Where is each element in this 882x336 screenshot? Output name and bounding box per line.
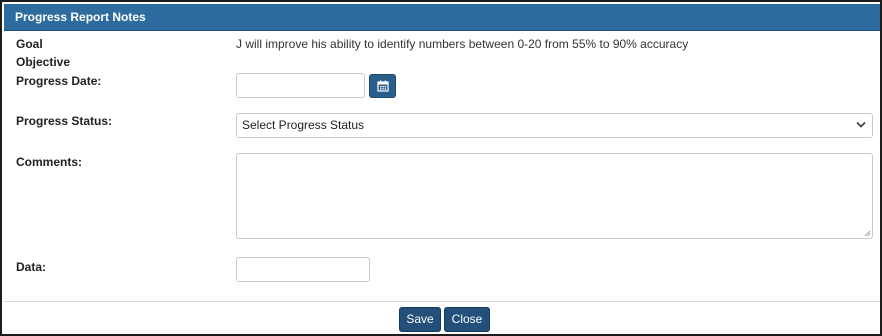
goal-text: J will improve his ability to identify n… <box>236 37 689 51</box>
progress-status-label: Progress Status: <box>16 114 113 128</box>
progress-status-selected: Select Progress Status <box>242 118 365 132</box>
data-label: Data: <box>16 260 47 274</box>
progress-status-select[interactable]: Select Progress Status <box>236 113 873 138</box>
progress-date-input[interactable] <box>236 73 365 98</box>
calendar-button[interactable] <box>369 74 396 98</box>
comments-label: Comments: <box>16 155 83 169</box>
footer-divider <box>4 301 880 302</box>
comments-textarea[interactable] <box>236 153 873 239</box>
save-button[interactable]: Save <box>399 307 441 332</box>
progress-report-dialog: Progress Report Notes Goal J will improv… <box>0 0 882 336</box>
dialog-title: Progress Report Notes <box>4 4 880 31</box>
progress-date-label: Progress Date: <box>16 74 102 88</box>
resize-grip-icon[interactable] <box>864 230 871 237</box>
objective-label: Objective <box>16 55 71 69</box>
calendar-icon <box>376 80 389 92</box>
goal-label: Goal <box>16 37 43 51</box>
data-input[interactable] <box>236 257 370 282</box>
close-button[interactable]: Close <box>444 307 490 332</box>
chevron-down-icon <box>856 121 866 128</box>
